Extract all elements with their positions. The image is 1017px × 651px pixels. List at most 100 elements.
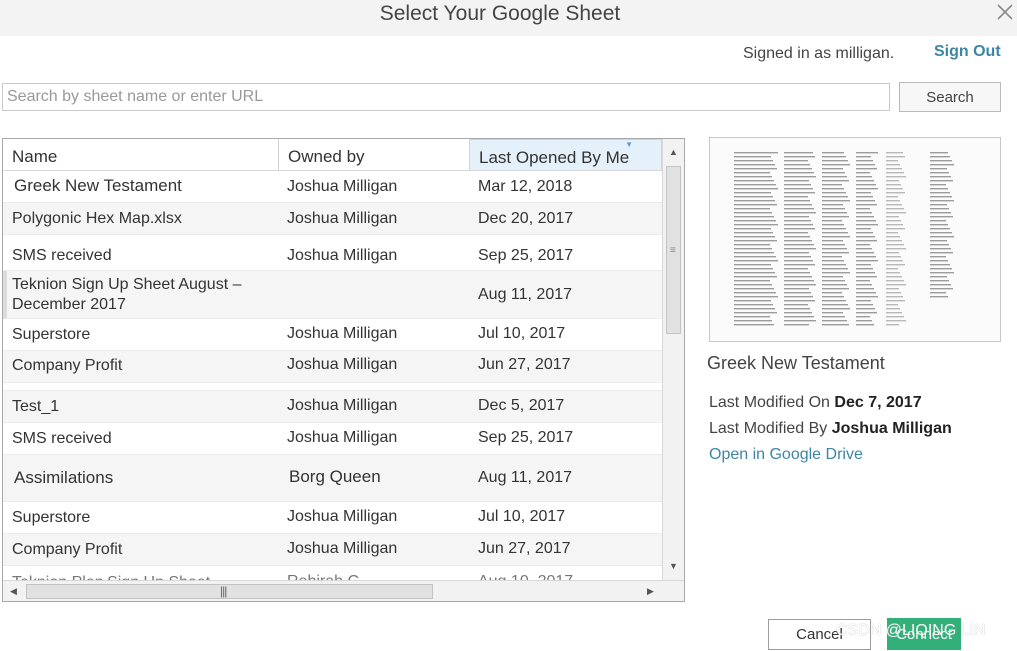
thumbnail-text-line (784, 224, 813, 226)
thumbnail-text-line (822, 164, 850, 166)
thumbnail-text-line (822, 172, 845, 174)
thumbnail-text-line (734, 184, 776, 186)
vertical-scroll-thumb[interactable]: ≡ (666, 166, 681, 334)
table-row[interactable]: Superstore Joshua Milligan Jul 10, 2017 (3, 502, 662, 534)
thumbnail-text-line (784, 204, 812, 206)
scroll-right-arrow-icon[interactable]: ▶ (647, 586, 654, 597)
column-header-owner[interactable]: Owned by (279, 139, 470, 171)
table-row[interactable]: Greek New Testament Joshua Milligan Mar … (3, 171, 662, 203)
scroll-grip-icon: ||| (220, 584, 227, 598)
cancel-button[interactable]: Cancel (768, 619, 871, 650)
thumbnail-text-line (822, 268, 848, 270)
thumbnail-text-line (734, 152, 778, 154)
cell-owner: Joshua Milligan (287, 325, 398, 342)
thumbnail-text-line (734, 164, 775, 166)
table-row[interactable]: Teknion Sign Up Sheet August – December … (3, 271, 662, 319)
thumbnail-text-line (822, 220, 842, 222)
cell-owner: Joshua Milligan (287, 508, 398, 525)
connect-button[interactable]: Connect (887, 618, 961, 650)
thumbnail-text-line (886, 236, 900, 238)
thumbnail-text-line (822, 312, 843, 314)
column-header-name[interactable]: Name (3, 139, 279, 171)
thumbnail-text-line (856, 228, 871, 230)
scroll-up-arrow-icon[interactable]: ▲ (669, 147, 678, 157)
table-row[interactable]: Company Profit Joshua Milligan Jun 27, 2… (3, 534, 662, 566)
thumbnail-text-line (856, 232, 873, 234)
thumbnail-text-line (886, 248, 906, 250)
thumbnail-text-line (784, 264, 815, 266)
cell-date: Aug 11, 2017 (478, 469, 573, 486)
thumbnail-text-line (856, 192, 871, 194)
thumbnail-text-line (930, 176, 951, 178)
thumbnail-text-line (886, 232, 898, 234)
thumbnail-text-line (822, 160, 848, 162)
thumbnail-text-line (930, 200, 954, 202)
table-row[interactable]: Company Profit Joshua Milligan Jun 27, 2… (3, 351, 662, 383)
table-row[interactable]: SMS received Joshua Milligan Sep 25, 201… (3, 423, 662, 455)
sign-out-link[interactable]: Sign Out (934, 43, 1001, 61)
thumbnail-text-line (930, 264, 950, 266)
thumbnail-text-line (930, 288, 953, 290)
scroll-left-arrow-icon[interactable]: ◀ (10, 586, 17, 597)
open-in-google-drive-link[interactable]: Open in Google Drive (709, 446, 863, 464)
sort-descending-icon: ▼ (625, 140, 633, 149)
thumbnail-text-line (886, 300, 905, 302)
thumbnail-text-line (822, 292, 842, 294)
thumbnail-text-line (856, 256, 876, 258)
thumbnail-text-line (930, 296, 948, 298)
thumbnail-text-line (856, 152, 878, 154)
column-header-last-opened[interactable]: Last Opened By Me ▼ (470, 139, 662, 171)
search-button[interactable]: Search (899, 82, 1001, 112)
thumbnail-text-line (856, 220, 876, 222)
cell-name: Superstore (12, 326, 91, 343)
horizontal-scrollbar[interactable]: ◀ ||| ▶ (3, 580, 684, 601)
thumbnail-text-line (856, 296, 878, 298)
thumbnail-text-line (930, 168, 947, 170)
table-row[interactable]: Polygonic Hex Map.xlsx Joshua Milligan D… (3, 203, 662, 235)
search-input[interactable] (2, 83, 890, 111)
thumbnail-text-line (822, 184, 842, 186)
table-row[interactable]: Assimilations Borg Queen Aug 11, 2017 (3, 455, 662, 502)
thumbnail-text-line (856, 176, 872, 178)
cell-owner: Joshua Milligan (287, 178, 398, 195)
thumbnail-text-line (930, 256, 946, 258)
scroll-down-arrow-icon[interactable]: ▼ (669, 561, 678, 571)
thumbnail-text-line (822, 188, 844, 190)
thumbnail-text-line (822, 208, 845, 210)
thumbnail-text-line (886, 288, 899, 290)
horizontal-scroll-thumb[interactable]: ||| (26, 584, 433, 599)
thumbnail-text-line (856, 268, 873, 270)
thumbnail-text-line (886, 284, 906, 286)
thumbnail-text-line (784, 172, 814, 174)
thumbnail-text-line (856, 240, 877, 242)
thumbnail-text-line (734, 172, 770, 174)
thumbnail-text-line (856, 216, 874, 218)
thumbnail-text-line (822, 248, 847, 250)
cell-owner: Borg Queen (289, 467, 381, 486)
thumbnail-text-line (822, 212, 847, 214)
table-row[interactable]: Superstore Joshua Milligan Jul 10, 2017 (3, 319, 662, 351)
thumbnail-text-line (930, 252, 953, 254)
thumbnail-text-line (856, 252, 874, 254)
thumbnail-text-line (856, 272, 875, 274)
thumbnail-text-line (734, 196, 773, 198)
thumbnail-text-line (856, 320, 872, 322)
thumbnail-text-line (734, 260, 778, 262)
thumbnail-text-line (930, 188, 948, 190)
thumbnail-text-line (856, 324, 874, 326)
table-row[interactable]: Test_1 Joshua Milligan Dec 5, 2017 (3, 391, 662, 423)
thumbnail-text-line (886, 240, 902, 242)
thumbnail-text-line (784, 232, 808, 234)
thumbnail-text-line (822, 176, 847, 178)
thumbnail-text-line (734, 248, 772, 250)
cell-name: Assimilations (14, 468, 114, 487)
thumbnail-text-line (856, 236, 875, 238)
vertical-scrollbar[interactable]: ▲ ≡ ▼ (662, 139, 684, 580)
close-icon[interactable] (995, 2, 1015, 22)
thumbnail-text-line (930, 156, 950, 158)
table-row[interactable]: SMS received Joshua Milligan Sep 25, 201… (3, 235, 662, 271)
table-row-partial[interactable]: Teknion Plan Sign Up Sheet Rebirah C Aug… (3, 566, 662, 580)
thumbnail-text-line (930, 220, 946, 222)
thumbnail-text-line (784, 184, 811, 186)
dialog-title-bar: Select Your Google Sheet (0, 0, 1017, 36)
